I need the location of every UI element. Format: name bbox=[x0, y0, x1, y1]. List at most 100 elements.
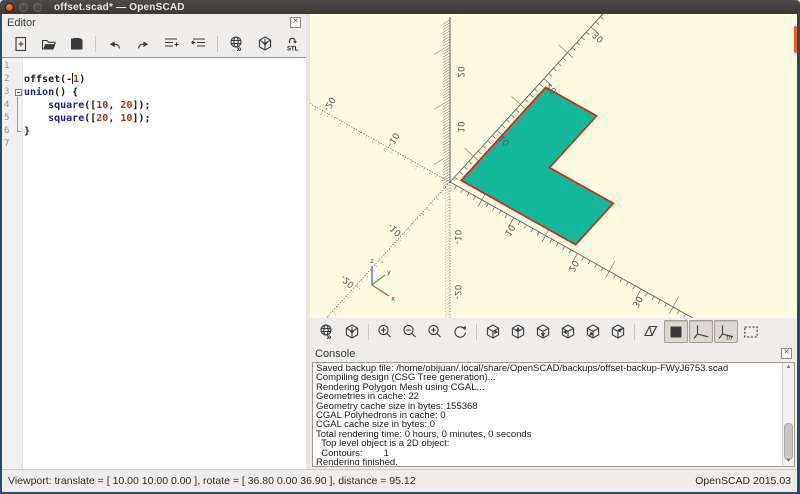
console-output[interactable]: Saved backup file: /home/obijuan/.local/… bbox=[312, 362, 795, 467]
new-file-icon bbox=[12, 35, 30, 53]
window-title: offset.scad* — OpenSCAD bbox=[54, 2, 185, 13]
scroll-down-icon[interactable]: ▼ bbox=[783, 457, 794, 466]
editor-close-icon[interactable]: ✕ bbox=[290, 17, 301, 28]
console-scrollbar[interactable]: ▲ ▼ bbox=[782, 363, 794, 466]
scroll-up-icon[interactable]: ▲ bbox=[783, 363, 794, 372]
toolbar-separator bbox=[368, 324, 369, 340]
code-line: 2offset(-1) bbox=[2, 73, 306, 86]
viewport-toolbar: » 10 bbox=[310, 318, 797, 345]
fold-guide-line bbox=[17, 97, 18, 131]
open-file-button[interactable] bbox=[36, 33, 61, 55]
view-back-button[interactable] bbox=[606, 320, 630, 343]
svg-text:»: » bbox=[327, 331, 332, 341]
minimize-button[interactable] bbox=[19, 3, 28, 12]
preview-button[interactable]: » bbox=[315, 320, 339, 343]
indent-button[interactable] bbox=[158, 33, 183, 55]
view-back-icon bbox=[609, 323, 627, 341]
maximize-button[interactable] bbox=[33, 3, 42, 12]
svg-text:STL: STL bbox=[287, 47, 299, 53]
fold-column bbox=[15, 73, 24, 86]
unindent-button[interactable] bbox=[186, 33, 211, 55]
svg-text:»: » bbox=[236, 44, 241, 54]
fold-column bbox=[15, 138, 24, 151]
code-line: 6} bbox=[2, 125, 306, 138]
undo-icon bbox=[106, 35, 124, 53]
zoom-all-button[interactable] bbox=[373, 320, 397, 343]
zoom-out-button[interactable] bbox=[398, 320, 422, 343]
code-text: square([20, 10]); bbox=[24, 112, 150, 125]
statusbar-version: OpenSCAD 2015.03 bbox=[695, 475, 791, 487]
titlebar: offset.scad* — OpenSCAD bbox=[0, 0, 800, 14]
toolbar-separator bbox=[217, 36, 218, 52]
right-column: 102030-10-20102030-10-201020-10-20xyz »1… bbox=[310, 14, 797, 469]
svg-text:-10: -10 bbox=[385, 130, 401, 148]
show-scale-markers-button[interactable]: 10 bbox=[714, 320, 738, 343]
redo-button[interactable] bbox=[130, 33, 155, 55]
line-number: 1 bbox=[2, 60, 15, 73]
reset-view-button[interactable] bbox=[448, 320, 472, 343]
view-left-button[interactable] bbox=[556, 320, 580, 343]
close-button[interactable] bbox=[5, 3, 14, 12]
openscad-window: offset.scad* — OpenSCAD Editor ✕ »STL 12… bbox=[0, 0, 800, 494]
3d-viewport[interactable]: 102030-10-20102030-10-201020-10-20xyz bbox=[310, 14, 797, 318]
view-right-button[interactable] bbox=[481, 320, 505, 343]
view-all-button[interactable] bbox=[739, 320, 763, 343]
export-stl-button[interactable]: STL bbox=[280, 33, 305, 55]
code-editor[interactable]: 12offset(-1)3union() {4 square([10, 20])… bbox=[2, 57, 306, 469]
main-area: Editor ✕ » STL 12offset(-1)3union() {4 sq… bbox=[2, 14, 797, 469]
zoom-in-button[interactable] bbox=[423, 320, 447, 343]
window-body: Editor ✕ » STL 12offset(-1)3union() {4 sq… bbox=[0, 14, 800, 494]
svg-text:10: 10 bbox=[726, 335, 732, 341]
statusbar-viewport-info: Viewport: translate = [ 10.00 10.00 0.00… bbox=[8, 475, 687, 487]
view-perspective-button[interactable] bbox=[639, 320, 663, 343]
status-bar: Viewport: translate = [ 10.00 10.00 0.00… bbox=[2, 469, 797, 492]
svg-text:-10: -10 bbox=[452, 229, 462, 244]
editor-panel: Editor ✕ » STL 12offset(-1)3union() {4 sq… bbox=[2, 14, 306, 469]
redo-icon bbox=[134, 35, 152, 53]
fold-column bbox=[15, 60, 24, 73]
view-orthogonal-button[interactable] bbox=[664, 320, 688, 343]
view-perspective-icon bbox=[642, 323, 660, 341]
line-number: 5 bbox=[2, 112, 15, 125]
viewport-overlay-scrollbar[interactable] bbox=[794, 26, 797, 53]
editor-dock-title: Editor bbox=[7, 17, 290, 29]
svg-text:-20: -20 bbox=[339, 272, 357, 289]
preview-button[interactable]: » bbox=[224, 33, 249, 55]
save-file-icon bbox=[68, 35, 86, 53]
view-top-button[interactable] bbox=[506, 320, 530, 343]
rendered-polygon bbox=[461, 87, 613, 244]
render-icon bbox=[343, 323, 361, 341]
svg-text:-20: -20 bbox=[321, 95, 337, 113]
editor-dock-header: Editor ✕ bbox=[2, 14, 306, 31]
svg-text:20: 20 bbox=[455, 66, 465, 78]
render-icon bbox=[256, 35, 274, 53]
render-button[interactable] bbox=[252, 33, 277, 55]
code-line: 4 square([10, 20]); bbox=[2, 99, 306, 112]
view-front-button[interactable] bbox=[581, 320, 605, 343]
new-file-button[interactable] bbox=[8, 33, 33, 55]
show-scale-markers-icon: 10 bbox=[717, 323, 735, 341]
svg-text:z: z bbox=[370, 257, 374, 265]
fold-guide-end bbox=[17, 131, 21, 132]
scrollbar-thumb[interactable] bbox=[784, 423, 793, 460]
preview-icon: » bbox=[318, 323, 336, 341]
reset-view-icon bbox=[451, 323, 469, 341]
svg-text:-20: -20 bbox=[452, 284, 462, 299]
console-dock-title: Console bbox=[315, 348, 781, 360]
undo-button[interactable] bbox=[102, 33, 127, 55]
console-close-icon[interactable]: ✕ bbox=[781, 348, 792, 359]
view-bottom-button[interactable] bbox=[531, 320, 555, 343]
save-file-button[interactable] bbox=[64, 33, 89, 55]
view-top-icon bbox=[509, 323, 527, 341]
preview-icon: » bbox=[228, 35, 246, 53]
code-text: union() { bbox=[24, 86, 78, 99]
svg-text:10: 10 bbox=[455, 121, 465, 133]
svg-text:10: 10 bbox=[502, 222, 516, 237]
svg-text:20: 20 bbox=[566, 258, 580, 273]
toolbar-separator bbox=[476, 324, 477, 340]
render-button[interactable] bbox=[340, 320, 364, 343]
fold-marker-icon[interactable] bbox=[15, 89, 22, 96]
line-number: 2 bbox=[2, 73, 15, 86]
code-line: 3union() { bbox=[2, 86, 306, 99]
show-axes-button[interactable] bbox=[689, 320, 713, 343]
